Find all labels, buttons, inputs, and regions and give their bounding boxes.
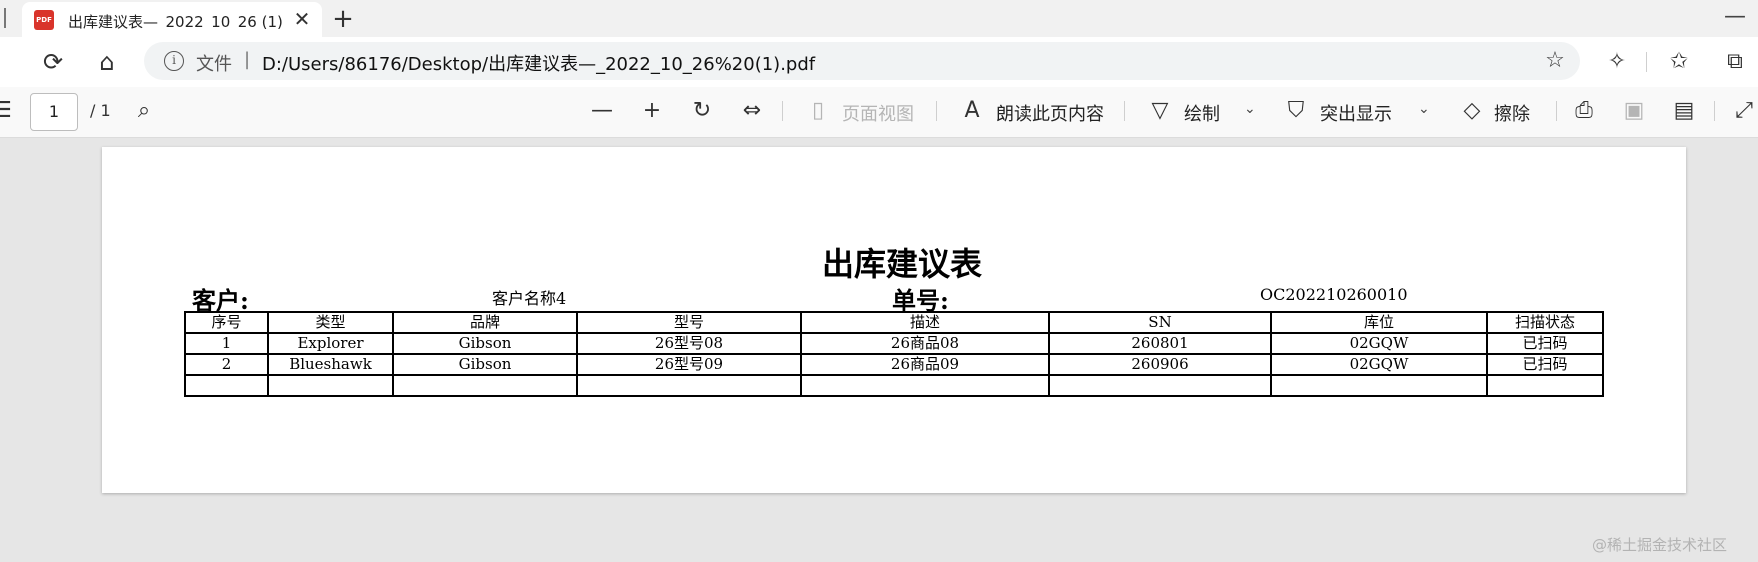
table-cell: 1 [184, 332, 269, 355]
table-cell: Blueshawk [267, 353, 394, 376]
extensions-icon[interactable]: ✧ [1602, 47, 1632, 77]
column-header: 序号 [184, 311, 269, 334]
zoom-in-icon[interactable]: + [638, 97, 666, 125]
new-tab-button[interactable]: + [330, 6, 356, 32]
table-cell: 2 [184, 353, 269, 376]
column-header: 类型 [267, 311, 394, 334]
table-cell [392, 374, 578, 397]
table-row [184, 374, 1604, 397]
table-row: 1 Explorer Gibson 26型号08 26商品08 260801 0… [184, 332, 1604, 355]
column-header: 品牌 [392, 311, 578, 334]
fit-width-icon[interactable]: ⇔ [738, 97, 766, 125]
toolbar-divider [1714, 101, 1715, 121]
table-cell [267, 374, 394, 397]
table-cell: 26型号08 [576, 332, 802, 355]
contents-icon[interactable]: ☰ [0, 97, 16, 125]
table-row: 2 Blueshawk Gibson 26型号09 26商品09 260906 … [184, 353, 1604, 376]
search-icon[interactable]: ⌕ [130, 97, 158, 125]
page-total: / 1 [90, 101, 111, 120]
table-cell: 26商品08 [800, 332, 1050, 355]
watermark: @稀土掘金技术社区 [1592, 536, 1728, 554]
fullscreen-icon[interactable]: ⤢ [1730, 97, 1758, 125]
column-header: 扫描状态 [1486, 311, 1604, 334]
table-cell: Gibson [392, 353, 578, 376]
table-cell [576, 374, 802, 397]
draw-icon[interactable]: ▽ [1146, 97, 1174, 125]
tab-active[interactable]: PDF 出库建议表—_2022_10_26 (1).pdf ✕ [22, 2, 322, 37]
zoom-out-icon[interactable]: — [588, 97, 616, 125]
close-tab-icon[interactable]: ✕ [290, 7, 314, 31]
toolbar-divider [1124, 101, 1125, 121]
table-cell [800, 374, 1050, 397]
table-cell: 26型号09 [576, 353, 802, 376]
address-bar[interactable]: i 文件 | D:/Users/86176/Desktop/出库建议表—_202… [144, 42, 1580, 80]
tab-title: 出库建议表—_2022_10_26 (1).pdf [68, 13, 283, 29]
table-header-row: 序号 类型 品牌 型号 描述 SN 库位 扫描状态 [184, 311, 1604, 334]
add-favorite-icon[interactable]: ☆ [1542, 48, 1568, 74]
table-cell: 26商品09 [800, 353, 1050, 376]
table-cell: 260906 [1048, 353, 1272, 376]
save-icon[interactable]: ▣ [1620, 97, 1648, 125]
home-icon[interactable]: ⌂ [92, 47, 122, 77]
collections-icon[interactable]: ⧉ [1720, 47, 1750, 77]
toolbar-divider [1556, 101, 1557, 121]
page-view-button[interactable]: 页面视图 [842, 100, 914, 126]
column-header: 型号 [576, 311, 802, 334]
pdf-file-icon: PDF [34, 10, 54, 30]
rotate-icon[interactable]: ↻ [688, 97, 716, 125]
address-separator: | [244, 49, 251, 70]
outbound-table: 序号 类型 品牌 型号 描述 SN 库位 扫描状态 1 Explorer Gib… [184, 311, 1604, 397]
tab-strip: PDF 出库建议表—_2022_10_26 (1).pdf ✕ + — [0, 0, 1758, 37]
info-icon[interactable]: i [164, 51, 184, 71]
customer-value: 客户名称4 [492, 289, 567, 308]
refresh-icon[interactable]: ⟳ [38, 47, 68, 77]
table-cell [184, 374, 269, 397]
read-aloud-icon[interactable]: A [958, 97, 986, 125]
toolbar-divider [1646, 52, 1647, 72]
toolbar-divider [936, 101, 937, 121]
eraser-icon[interactable]: ◇ [1458, 97, 1486, 125]
table-cell [1486, 374, 1604, 397]
sidebar-toggle-edge[interactable] [0, 8, 6, 28]
save-as-icon[interactable]: ▤ [1670, 97, 1698, 125]
table-cell: 02GQW [1270, 353, 1488, 376]
minimize-window-button[interactable]: — [1720, 4, 1750, 29]
table-cell: 已扫码 [1486, 332, 1604, 355]
page-view-icon[interactable]: ▯ [804, 97, 832, 125]
highlight-button[interactable]: 突出显示 [1320, 100, 1392, 126]
table-cell: Explorer [267, 332, 394, 355]
erase-button[interactable]: 擦除 [1494, 100, 1530, 126]
column-header: 描述 [800, 311, 1050, 334]
column-header: 库位 [1270, 311, 1488, 334]
chevron-down-icon[interactable]: ⌄ [1244, 101, 1256, 117]
address-url[interactable]: D:/Users/86176/Desktop/出库建议表—_2022_10_26… [262, 50, 815, 76]
toolbar-divider [782, 101, 783, 121]
address-scheme-label: 文件 [196, 54, 232, 75]
print-icon[interactable]: ⎙ [1570, 97, 1598, 125]
column-header: SN [1048, 311, 1272, 334]
highlight-icon[interactable]: ⛉ [1282, 97, 1310, 125]
chevron-down-icon[interactable]: ⌄ [1418, 101, 1430, 117]
table-cell: 260801 [1048, 332, 1272, 355]
pdf-toolbar: ☰ 1 / 1 ⌕ — + ↻ ⇔ ▯ 页面视图 A 朗读此页内容 ▽ 绘制 ⌄… [0, 87, 1758, 138]
order-number-value: OC202210260010 [1260, 285, 1408, 304]
page-number-input[interactable]: 1 [30, 93, 78, 131]
table-cell [1048, 374, 1272, 397]
table-cell: 已扫码 [1486, 353, 1604, 376]
address-toolbar: ⟳ ⌂ i 文件 | D:/Users/86176/Desktop/出库建议表—… [0, 37, 1758, 87]
table-cell: Gibson [392, 332, 578, 355]
read-aloud-button[interactable]: 朗读此页内容 [996, 100, 1104, 126]
favorites-icon[interactable]: ✩ [1664, 47, 1694, 77]
document-title: 出库建议表 [821, 245, 982, 283]
pdf-page: 出库建议表 客户: 客户名称4 单号: OC202210260010 序号 类型… [102, 147, 1686, 493]
draw-button[interactable]: 绘制 [1184, 100, 1220, 126]
table-cell [1270, 374, 1488, 397]
table-cell: 02GQW [1270, 332, 1488, 355]
